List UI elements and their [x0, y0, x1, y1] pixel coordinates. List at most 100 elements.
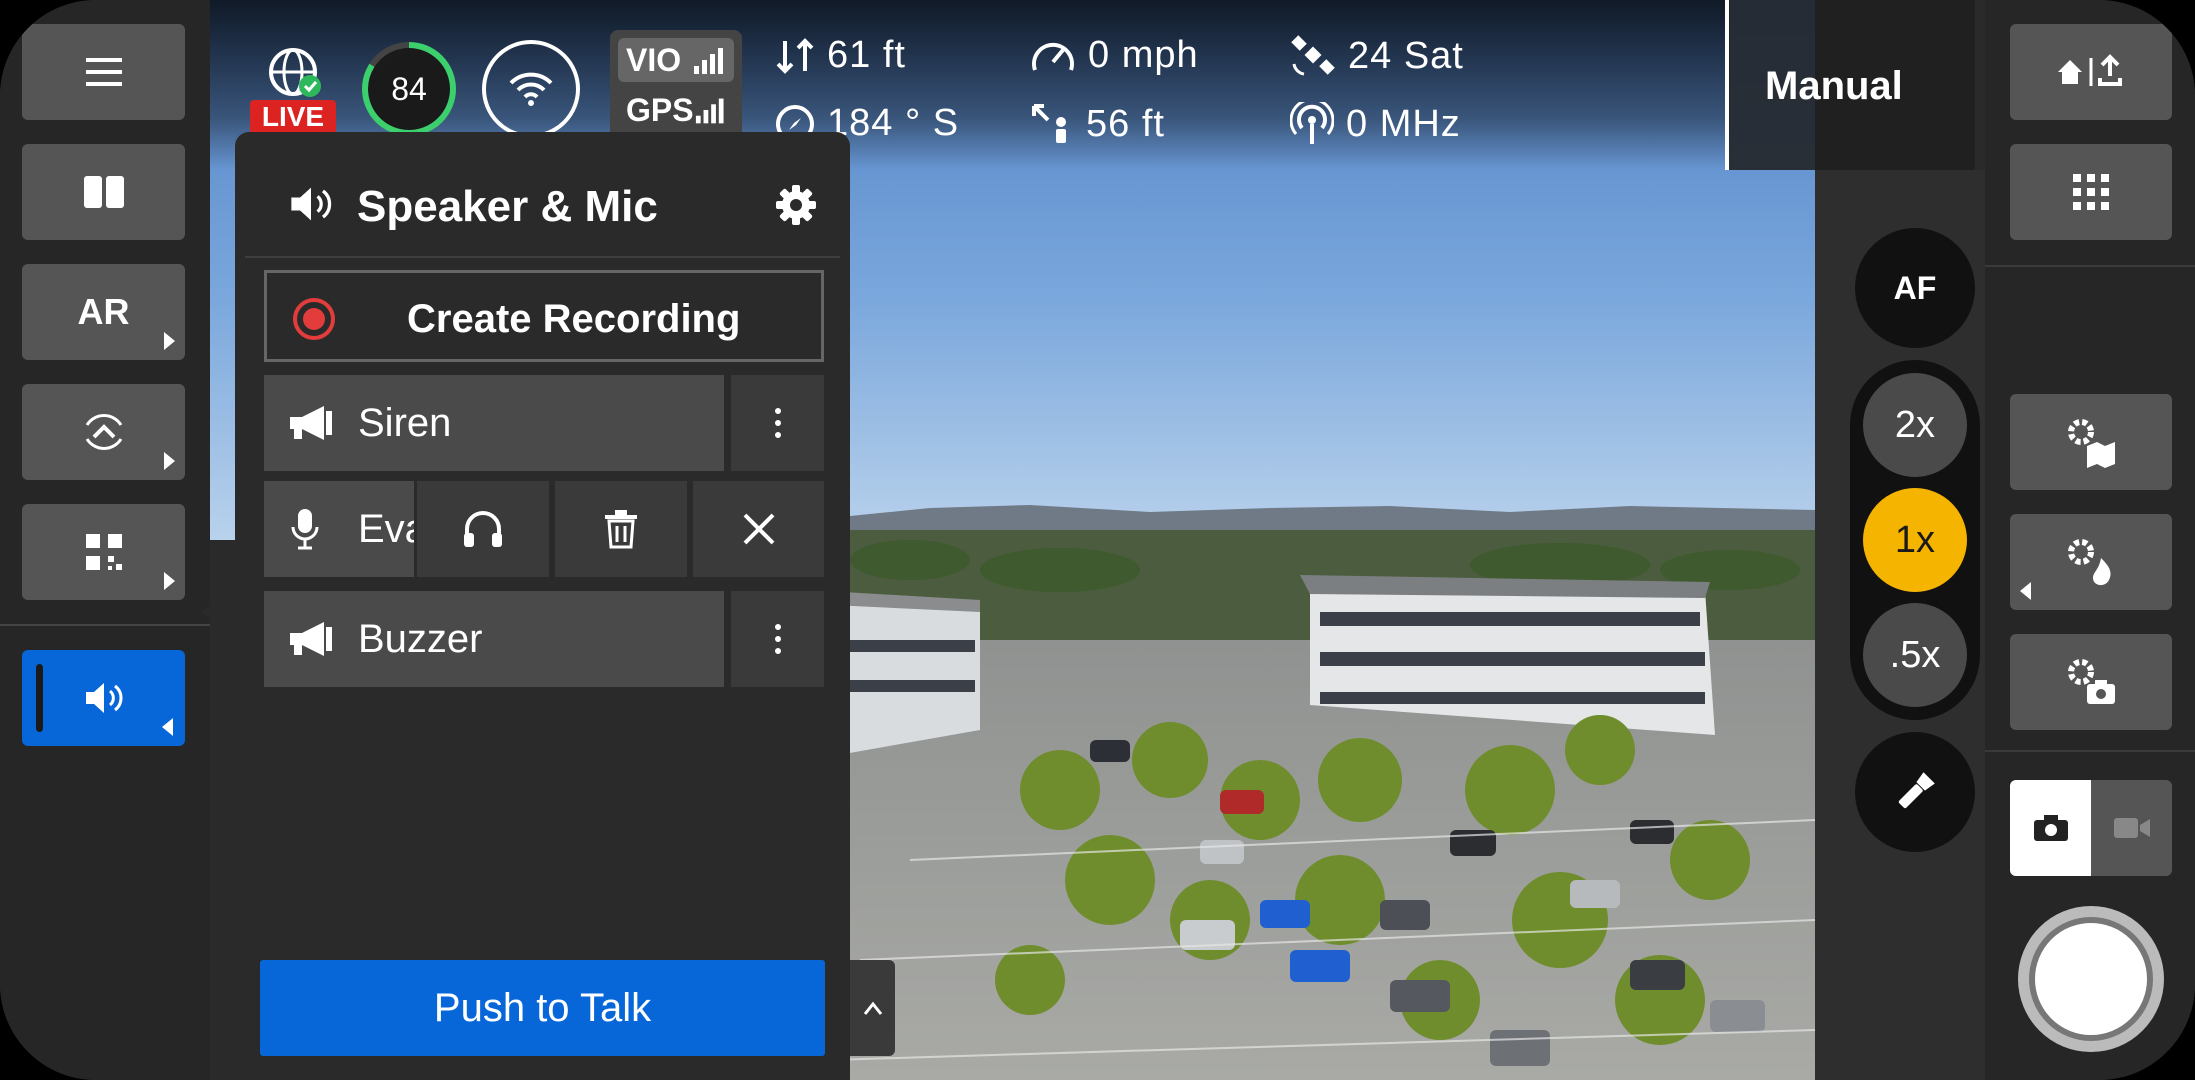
connection-button[interactable] — [482, 40, 580, 138]
speaker-button[interactable] — [22, 650, 185, 746]
settings-gear-icon[interactable] — [775, 184, 817, 226]
clip-play-button[interactable]: Buzzer — [264, 591, 724, 687]
rail-divider — [1985, 750, 2195, 752]
gps-signal: GPS — [618, 88, 734, 132]
push-to-talk-button[interactable]: Push to Talk — [260, 960, 825, 1056]
photo-mode-button[interactable] — [2010, 780, 2091, 876]
capture-mode-toggle — [2010, 780, 2172, 876]
gear-flame-icon — [2068, 539, 2111, 586]
microphone-icon — [291, 509, 319, 550]
split-view-button[interactable] — [22, 144, 185, 240]
obstacle-avoidance-icon — [85, 414, 122, 450]
satellite-icon — [1291, 35, 1335, 76]
delete-button[interactable] — [555, 481, 687, 577]
antenna-icon — [1290, 102, 1334, 144]
clip-name: Buzzer — [358, 617, 483, 661]
trash-icon — [605, 510, 637, 549]
flashlight-icon — [1898, 772, 1935, 809]
ar-button[interactable]: AR — [22, 264, 185, 360]
clip-play-button[interactable]: Siren — [264, 375, 724, 471]
record-icon — [293, 298, 335, 340]
push-to-talk-label: Push to Talk — [433, 985, 652, 1030]
speaker-icon — [85, 683, 122, 713]
positioning-signal[interactable]: VIO GPS — [610, 30, 742, 140]
apps-grid-button[interactable] — [2010, 144, 2172, 240]
vio-signal: VIO — [618, 38, 734, 82]
menu-icon — [85, 58, 122, 86]
video-mode-button[interactable] — [2091, 780, 2172, 876]
zoom-2x-button[interactable]: 2x — [1863, 373, 1967, 477]
spotlight-button[interactable] — [1855, 732, 1975, 852]
grid-icon — [2073, 174, 2109, 210]
satellite-value: 24 Sat — [1348, 34, 1464, 77]
shutter-button[interactable] — [2018, 906, 2164, 1052]
autofocus-label: AF — [1893, 269, 1937, 306]
zoom-2x-label: 2x — [1894, 403, 1936, 446]
obstacle-avoidance-button[interactable] — [22, 384, 185, 480]
close-icon — [743, 513, 774, 545]
rail-divider — [1985, 265, 2195, 267]
megaphone-icon — [290, 622, 332, 656]
clip-eva: Eva — [264, 481, 824, 577]
gear-map-icon — [2068, 419, 2115, 468]
live-label: LIVE — [250, 100, 336, 134]
camera-icon — [2033, 815, 2068, 841]
more-vertical-icon — [774, 621, 781, 657]
speaker-mic-panel: Speaker & Mic Create Recording Siren Ev … — [235, 132, 850, 1080]
close-button[interactable] — [693, 481, 824, 577]
more-vertical-icon — [774, 405, 781, 441]
rail-divider — [0, 624, 210, 626]
thermal-settings-button[interactable] — [2010, 514, 2172, 610]
preview-button[interactable] — [417, 481, 549, 577]
submenu-arrow-icon — [2020, 582, 2031, 600]
zoom-half-button[interactable]: .5x — [1863, 603, 1967, 707]
headphones-icon — [464, 511, 502, 547]
frequency-value: 0 MHz — [1346, 102, 1461, 145]
zoom-selector: 2x 1x .5x — [1850, 360, 1980, 720]
speed-readout: 0 mph — [1030, 34, 1199, 77]
satellite-readout: 24 Sat — [1290, 34, 1464, 78]
speaker-icon — [291, 187, 332, 221]
clip-more-button[interactable] — [731, 375, 824, 471]
panel-pointer — [200, 590, 236, 634]
active-indicator — [36, 664, 43, 732]
signal-bars-icon — [695, 98, 724, 124]
chevron-up-icon — [863, 1001, 882, 1015]
home-takeoff-icon — [2058, 54, 2122, 86]
distance-readout: 56 ft — [1030, 102, 1165, 146]
camera-settings-button[interactable] — [2010, 634, 2172, 730]
split-view-icon — [83, 176, 124, 208]
submenu-arrow-icon — [164, 572, 175, 590]
autofocus-button[interactable]: AF — [1855, 228, 1975, 348]
clip-name: Siren — [358, 401, 452, 445]
clip-buzzer: Buzzer — [264, 591, 824, 687]
gps-label: GPS — [626, 91, 694, 128]
wifi-icon — [509, 72, 553, 106]
menu-button[interactable] — [22, 24, 185, 120]
left-toolbar: AR — [0, 0, 210, 1080]
submenu-arrow-icon — [164, 452, 175, 470]
panel-collapse-tab[interactable] — [850, 960, 895, 1056]
zoom-half-label: .5x — [1889, 633, 1941, 676]
megaphone-icon — [290, 406, 332, 440]
map-settings-button[interactable] — [2010, 394, 2172, 490]
vio-label: VIO — [626, 41, 682, 78]
submenu-arrow-icon — [162, 718, 173, 736]
right-toolbar — [1985, 0, 2195, 1080]
flight-mode-label: Manual — [1765, 64, 1903, 108]
create-recording-button[interactable]: Create Recording — [264, 270, 824, 362]
signal-bars-icon — [694, 48, 723, 74]
clip-more-button[interactable] — [731, 591, 824, 687]
shutter-inner — [2029, 917, 2153, 1041]
clip-name: Eva — [358, 507, 414, 551]
qr-code-button[interactable] — [22, 504, 185, 600]
altitude-arrows-icon — [776, 37, 814, 74]
clip-play-button[interactable]: Eva — [264, 481, 414, 577]
gear-camera-icon — [2068, 659, 2115, 704]
return-home-button[interactable] — [2010, 24, 2172, 120]
altitude-readout: 61 ft — [775, 34, 906, 77]
ar-label: AR — [77, 291, 130, 332]
altitude-value: 61 ft — [827, 34, 906, 76]
zoom-1x-button[interactable]: 1x — [1863, 488, 1967, 592]
camera-zoom-column: AF 2x 1x .5x — [1815, 170, 1985, 1080]
